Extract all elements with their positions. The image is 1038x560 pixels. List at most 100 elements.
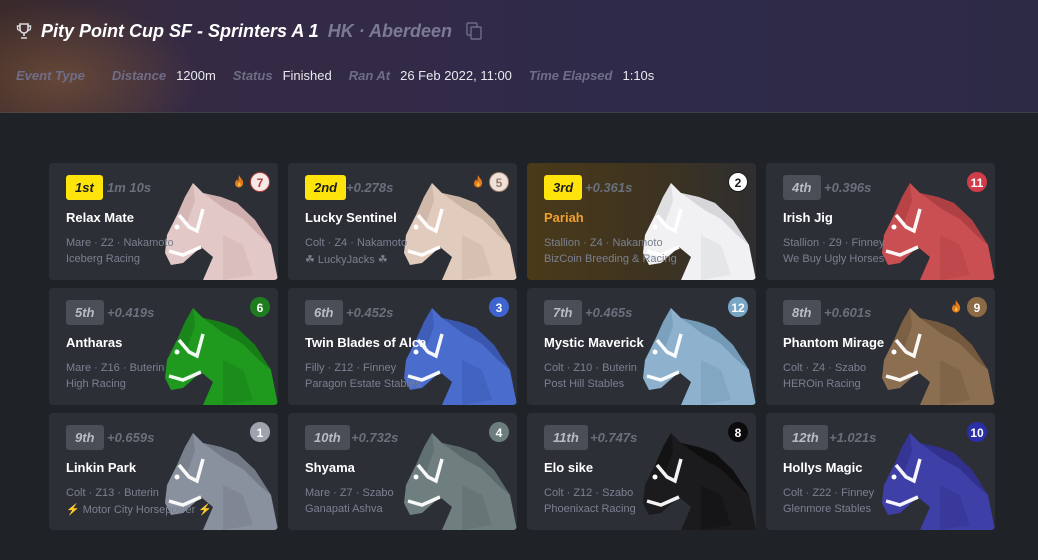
time-gap: +0.361s — [585, 180, 633, 195]
time-gap: +0.278s — [346, 180, 394, 195]
result-card[interactable]: 8th +0.601s 9 Phantom Mirage Colt · Z4 · Sza… — [766, 288, 995, 405]
finish-position-badge: 3rd — [544, 175, 583, 200]
result-card[interactable]: 1st 1m 10s 7 Relax Mate Mare · Z2 · Nakamoto… — [49, 163, 278, 280]
result-card[interactable]: 3rd +0.361s 2 Pariah Stallion · Z4 · Nakamot… — [527, 163, 756, 280]
gate-number-badge: 7 — [250, 172, 270, 192]
gate-number-badge: 12 — [728, 297, 748, 317]
gate-number-badge: 1 — [250, 422, 270, 442]
finish-position-badge: 8th — [783, 300, 821, 325]
gate-number-badge: 5 — [489, 172, 509, 192]
horse-details: Colt · Z13 · Buterin — [66, 487, 159, 499]
time-elapsed-value: 1:10s — [622, 68, 655, 83]
gate-number-badge: 2 — [728, 172, 748, 192]
stable-name[interactable]: Paragon Estate Stables — [305, 378, 421, 390]
trophy-icon — [16, 23, 32, 39]
horse-name[interactable]: Lucky Sentinel — [305, 210, 397, 225]
time-gap: +1.021s — [829, 430, 877, 445]
finish-position-badge: 6th — [305, 300, 343, 325]
horse-details: Colt · Z4 · Nakamoto — [305, 237, 408, 249]
copy-icon[interactable] — [466, 22, 482, 40]
stable-name[interactable]: Ganapati Ashva — [305, 503, 383, 515]
stable-name[interactable]: We Buy Ugly Horses — [783, 253, 884, 265]
fire-icon — [474, 175, 483, 188]
stable-name[interactable]: Post Hill Stables — [544, 378, 624, 390]
stable-name[interactable]: BizCoin Breeding & Racing — [544, 253, 677, 265]
status-label: Status — [232, 68, 273, 83]
result-card[interactable]: 2nd +0.278s 5 Lucky Sentinel Colt · Z4 · Nak… — [288, 163, 517, 280]
result-card[interactable]: 10th +0.732s 4 Shyama Mare · Z7 · Szabo Ganap… — [288, 413, 517, 530]
finish-position-badge: 11th — [544, 425, 588, 450]
horse-name[interactable]: Shyama — [305, 460, 355, 475]
horse-name[interactable]: Hollys Magic — [783, 460, 862, 475]
horse-name[interactable]: Mystic Maverick — [544, 335, 644, 350]
gate-number-badge: 6 — [250, 297, 270, 317]
horse-details: Mare · Z2 · Nakamoto — [66, 237, 174, 249]
time-gap: +0.732s — [351, 430, 399, 445]
finish-position-badge: 2nd — [305, 175, 347, 200]
time-gap: +0.659s — [107, 430, 155, 445]
horse-name[interactable]: Elo sike — [544, 460, 593, 475]
time-gap: +0.465s — [585, 305, 633, 320]
distance-label: Distance — [111, 68, 167, 83]
stable-name[interactable]: Iceberg Racing — [66, 253, 140, 265]
time-gap: +0.452s — [346, 305, 394, 320]
event-type-label: Event Type — [16, 68, 85, 83]
result-card[interactable]: 5th +0.419s 6 Antharas Mare · Z16 · Buterin H… — [49, 288, 278, 405]
race-meta: Event Type Distance 1200m Status Finishe… — [16, 68, 671, 83]
horse-name[interactable]: Twin Blades of Alca — [305, 335, 426, 350]
horse-details: Mare · Z16 · Buterin — [66, 362, 165, 374]
horse-details: Colt · Z4 · Szabo — [783, 362, 867, 374]
horse-name[interactable]: Relax Mate — [66, 210, 134, 225]
horse-details: Mare · Z7 · Szabo — [305, 487, 394, 499]
time-gap: +0.396s — [824, 180, 872, 195]
stable-name[interactable]: ⚡ Motor City Horsepower ⚡ — [66, 503, 212, 516]
horse-name[interactable]: Linkin Park — [66, 460, 136, 475]
result-card[interactable]: 6th +0.452s 3 Twin Blades of Alca Filly · Z1… — [288, 288, 517, 405]
race-title-row: Pity Point Cup SF - Sprinters A 1 HK · A… — [15, 19, 482, 43]
gate-number-badge: 4 — [489, 422, 509, 442]
horse-name[interactable]: Pariah — [544, 210, 584, 225]
horse-details: Colt · Z10 · Buterin — [544, 362, 637, 374]
ran-at-value: 26 Feb 2022, 11:00 — [400, 68, 512, 83]
finish-position-badge: 4th — [783, 175, 821, 200]
stable-name[interactable]: Phoenixact Racing — [544, 503, 636, 515]
result-card[interactable]: 12th +1.021s 10 Hollys Magic Colt · Z22 · Fi… — [766, 413, 995, 530]
gate-number-badge: 8 — [728, 422, 748, 442]
distance-value: 1200m — [176, 68, 216, 83]
finish-position-badge: 5th — [66, 300, 104, 325]
stable-name[interactable]: High Racing — [66, 378, 126, 390]
result-card[interactable]: 11th +0.747s 8 Elo sike Colt · Z12 · Szabo Ph… — [527, 413, 756, 530]
finish-position-badge: 12th — [783, 425, 828, 450]
gate-number-badge: 3 — [489, 297, 509, 317]
horse-name[interactable]: Irish Jig — [783, 210, 833, 225]
result-card[interactable]: 7th +0.465s 12 Mystic Maverick Colt · Z10 · … — [527, 288, 756, 405]
stable-name[interactable]: Glenmore Stables — [783, 503, 871, 515]
gate-number-badge: 10 — [967, 422, 987, 442]
header-background-art — [0, 0, 200, 113]
stable-name[interactable]: HEROin Racing — [783, 378, 861, 390]
horse-name[interactable]: Antharas — [66, 335, 122, 350]
result-card[interactable]: 9th +0.659s 1 Linkin Park Colt · Z13 · Buter… — [49, 413, 278, 530]
fire-icon — [235, 175, 244, 188]
time-gap: +0.747s — [590, 430, 638, 445]
finish-position-badge: 1st — [66, 175, 103, 200]
race-header: Pity Point Cup SF - Sprinters A 1 HK · A… — [0, 0, 1038, 113]
finish-position-badge: 9th — [66, 425, 104, 450]
horse-details: Stallion · Z9 · Finney — [783, 237, 885, 249]
time-gap: +0.601s — [824, 305, 872, 320]
status-value: Finished — [282, 68, 332, 83]
time-elapsed-label: Time Elapsed — [528, 68, 613, 83]
gate-number-badge: 9 — [967, 297, 987, 317]
ran-at-label: Ran At — [348, 68, 391, 83]
time-gap: 1m 10s — [107, 180, 152, 195]
horse-name[interactable]: Phantom Mirage — [783, 335, 884, 350]
fire-icon — [952, 300, 961, 313]
race-location: HK · Aberdeen — [327, 20, 453, 41]
horse-details: Stallion · Z4 · Nakamoto — [544, 237, 663, 249]
finish-position-badge: 7th — [544, 300, 582, 325]
finish-position-badge: 10th — [305, 425, 350, 450]
result-card[interactable]: 4th +0.396s 11 Irish Jig Stallion · Z9 · Fin… — [766, 163, 995, 280]
gate-number-badge: 11 — [967, 172, 987, 192]
stable-name[interactable]: ☘ LuckyJacks ☘ — [305, 253, 388, 266]
time-gap: +0.419s — [107, 305, 155, 320]
